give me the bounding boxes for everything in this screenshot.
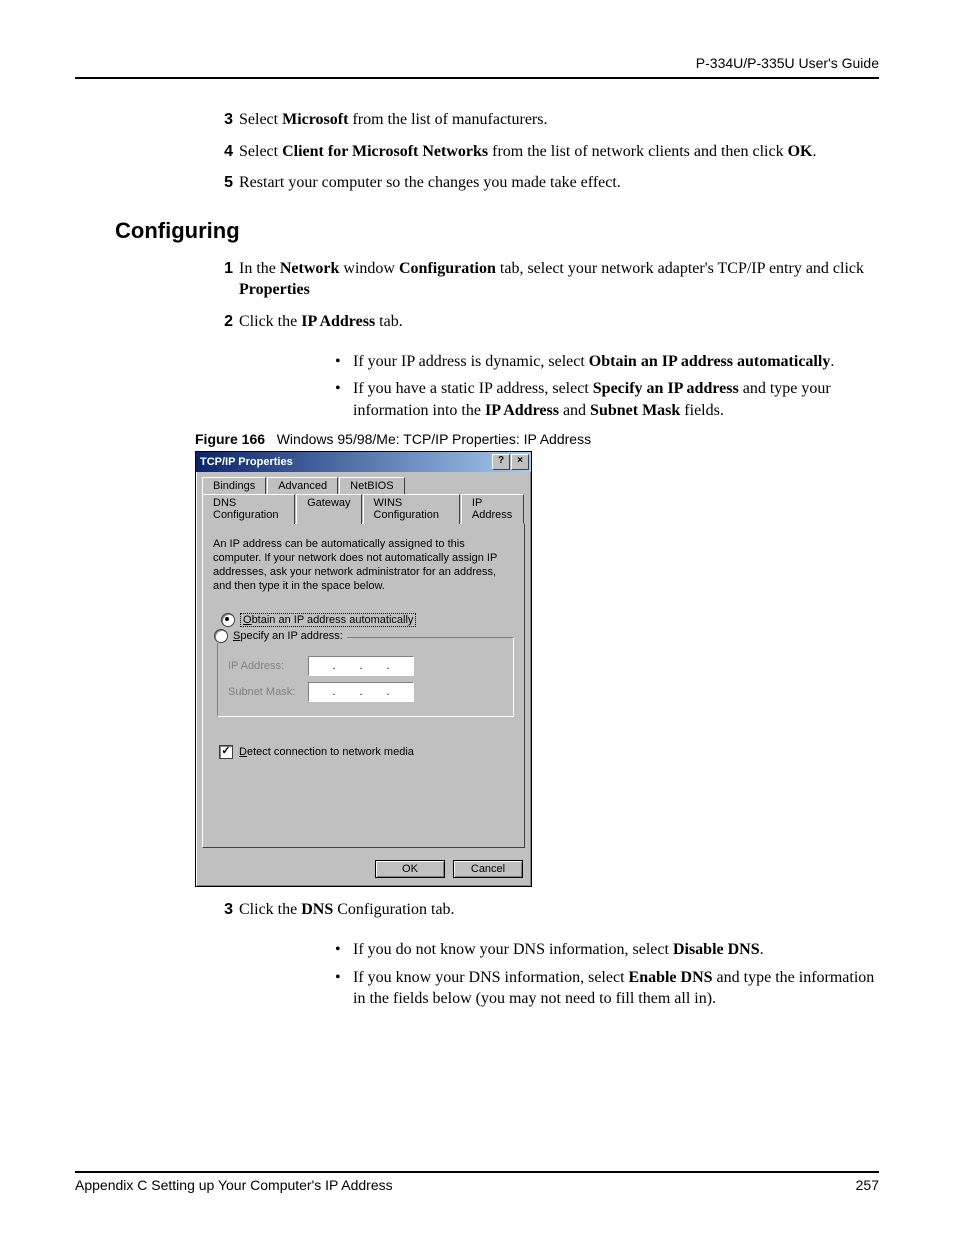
tab-advanced[interactable]: Advanced	[267, 477, 338, 494]
panel-description: An IP address can be automatically assig…	[213, 538, 514, 593]
tab-ip-address[interactable]: IP Address	[461, 494, 524, 524]
bullet: • If your IP address is dynamic, select …	[335, 351, 879, 373]
tcpip-properties-dialog: TCP/IP Properties ? × Bindings Advanced …	[195, 451, 532, 887]
bullet-dot: •	[335, 378, 353, 421]
ip-octet[interactable]	[309, 657, 332, 675]
bullet-dot: •	[335, 967, 353, 1010]
radio-icon[interactable]	[214, 629, 228, 643]
ip-octet[interactable]	[336, 683, 359, 701]
page-header: P-334U/P-335U User's Guide	[75, 55, 879, 79]
config-step-3: 3 Click the DNS Configuration tab.	[215, 899, 879, 921]
ip-address-bullets: • If your IP address is dynamic, select …	[335, 351, 879, 422]
step-number: 4	[215, 141, 233, 163]
tab-strip: Bindings Advanced NetBIOS DNS Configurat…	[196, 472, 531, 523]
step-number: 1	[215, 258, 233, 301]
footer-page-number: 257	[856, 1177, 879, 1193]
step-3: 3 Select Microsoft from the list of manu…	[215, 109, 879, 131]
figure-caption-text: Windows 95/98/Me: TCP/IP Properties: IP …	[277, 431, 591, 447]
bullet-dot: •	[335, 939, 353, 961]
ip-address-panel: An IP address can be automatically assig…	[202, 523, 525, 848]
page-footer: Appendix C Setting up Your Computer's IP…	[75, 1171, 879, 1193]
radio-specify-ip[interactable]: Specify an IP address:	[214, 629, 347, 643]
document-page: P-334U/P-335U User's Guide 3 Select Micr…	[0, 0, 954, 1235]
ip-octet[interactable]	[390, 683, 413, 701]
ip-octet[interactable]	[363, 657, 386, 675]
tab-dns-configuration[interactable]: DNS Configuration	[202, 494, 295, 524]
step-number: 5	[215, 172, 233, 194]
preceding-steps: 3 Select Microsoft from the list of manu…	[75, 109, 879, 194]
radio-obtain-auto[interactable]: Obtain an IP address automatically	[221, 613, 514, 627]
bullet-text: If you know your DNS information, select…	[353, 967, 879, 1010]
post-dialog-steps: 3 Click the DNS Configuration tab.	[75, 899, 879, 921]
tab-netbios[interactable]: NetBIOS	[339, 477, 404, 494]
step-number: 2	[215, 311, 233, 333]
config-step-1: 1 In the Network window Configuration ta…	[215, 258, 879, 301]
step-number: 3	[215, 109, 233, 131]
step-text: In the Network window Configuration tab,…	[239, 258, 879, 301]
radio-icon[interactable]	[221, 613, 235, 627]
step-text: Select Client for Microsoft Networks fro…	[239, 141, 879, 163]
ip-address-row: IP Address: . . .	[228, 656, 503, 676]
dialog-button-row: OK Cancel	[196, 854, 531, 886]
specify-ip-group: Specify an IP address: IP Address: . . .…	[217, 637, 514, 717]
checkbox-icon[interactable]: ✓	[219, 745, 233, 759]
ip-address-label: IP Address:	[228, 660, 308, 672]
bullet-dot: •	[335, 351, 353, 373]
ip-octet[interactable]	[336, 657, 359, 675]
step-4: 4 Select Client for Microsoft Networks f…	[215, 141, 879, 163]
ip-octet[interactable]	[309, 683, 332, 701]
help-button[interactable]: ?	[492, 454, 510, 470]
figure-caption: Figure 166 Windows 95/98/Me: TCP/IP Prop…	[195, 431, 879, 447]
dns-bullets: • If you do not know your DNS informatio…	[335, 939, 879, 1010]
step-5: 5 Restart your computer so the changes y…	[215, 172, 879, 194]
bullet: • If you know your DNS information, sele…	[335, 967, 879, 1010]
tab-gateway[interactable]: Gateway	[296, 494, 361, 524]
section-heading-configuring: Configuring	[115, 218, 879, 244]
subnet-mask-field[interactable]: . . .	[308, 682, 414, 702]
bullet-text: If you have a static IP address, select …	[353, 378, 879, 421]
footer-left: Appendix C Setting up Your Computer's IP…	[75, 1177, 393, 1193]
ok-button[interactable]: OK	[375, 860, 445, 878]
configuring-steps: 1 In the Network window Configuration ta…	[75, 258, 879, 333]
radio-label: Specify an IP address:	[233, 630, 343, 642]
step-text: Select Microsoft from the list of manufa…	[239, 109, 879, 131]
dialog-title: TCP/IP Properties	[200, 456, 293, 468]
bullet-text: If your IP address is dynamic, select Ob…	[353, 351, 879, 373]
ip-octet[interactable]	[390, 657, 413, 675]
step-text: Restart your computer so the changes you…	[239, 172, 879, 194]
close-button[interactable]: ×	[511, 454, 529, 470]
step-text: Click the IP Address tab.	[239, 311, 879, 333]
checkbox-label: Detect connection to network media	[239, 746, 414, 758]
figure-label: Figure 166	[195, 431, 265, 447]
tab-wins-configuration[interactable]: WINS Configuration	[363, 494, 460, 524]
dialog-titlebar[interactable]: TCP/IP Properties ? ×	[196, 452, 531, 472]
cancel-button[interactable]: Cancel	[453, 860, 523, 878]
subnet-mask-label: Subnet Mask:	[228, 686, 308, 698]
ip-octet[interactable]	[363, 683, 386, 701]
tab-bindings[interactable]: Bindings	[202, 477, 266, 494]
bullet-text: If you do not know your DNS information,…	[353, 939, 879, 961]
detect-connection-checkbox[interactable]: ✓ Detect connection to network media	[219, 745, 514, 759]
radio-label: Obtain an IP address automatically	[240, 613, 416, 627]
step-text: Click the DNS Configuration tab.	[239, 899, 879, 921]
step-number: 3	[215, 899, 233, 921]
bullet: • If you have a static IP address, selec…	[335, 378, 879, 421]
config-step-2: 2 Click the IP Address tab.	[215, 311, 879, 333]
guide-title: P-334U/P-335U User's Guide	[696, 55, 879, 71]
bullet: • If you do not know your DNS informatio…	[335, 939, 879, 961]
subnet-mask-row: Subnet Mask: . . .	[228, 682, 503, 702]
ip-address-field[interactable]: . . .	[308, 656, 414, 676]
